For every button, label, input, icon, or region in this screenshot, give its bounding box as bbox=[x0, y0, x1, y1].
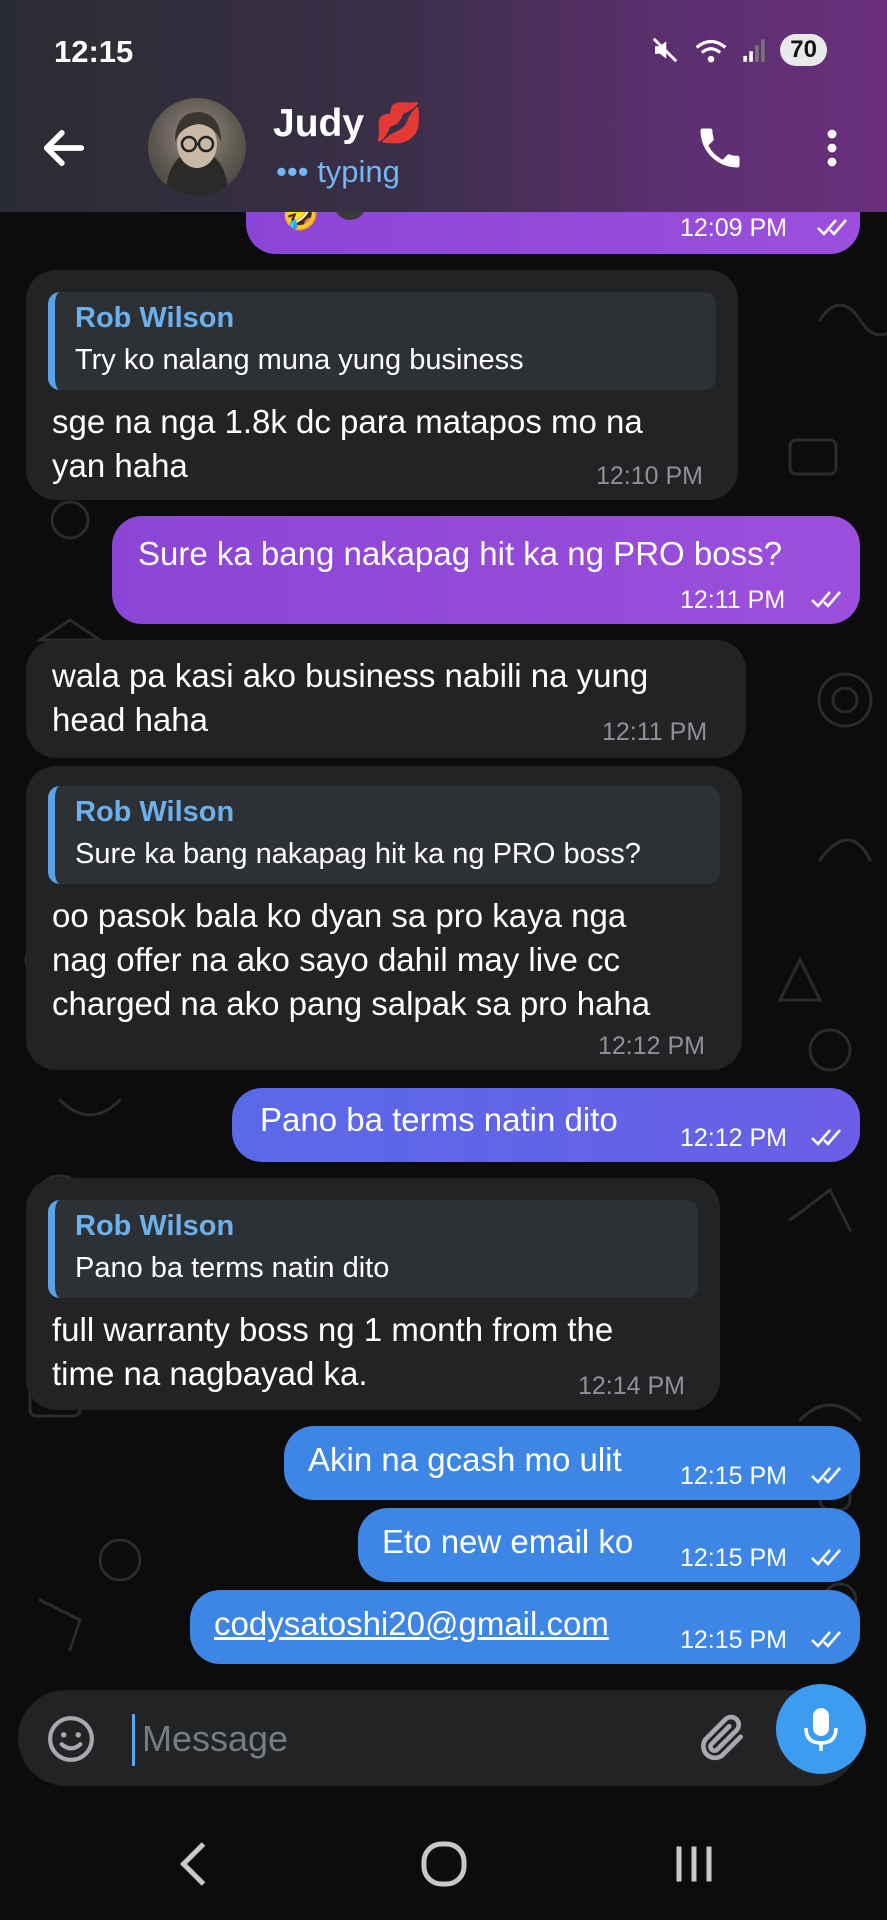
quote-sender: Rob Wilson bbox=[75, 302, 235, 334]
reply-quote[interactable]: Rob Wilson Sure ka bang nakapag hit ka n… bbox=[48, 786, 720, 884]
message-text: Akin na gcash mo ulit bbox=[308, 1441, 622, 1478]
microphone-icon bbox=[804, 1708, 838, 1751]
double-check-icon bbox=[811, 1631, 841, 1648]
quote-sender: Rob Wilson bbox=[75, 1210, 235, 1242]
status-time: 12:15 bbox=[54, 34, 134, 69]
chat-header: 12:15 70 Judy 💋 ••• typing bbox=[0, 0, 887, 212]
avatar-portrait bbox=[166, 112, 228, 196]
message-time: 12:14 PM bbox=[578, 1372, 686, 1400]
quote-text: Try ko nalang muna yung business bbox=[75, 344, 524, 376]
phone-icon[interactable] bbox=[694, 122, 746, 174]
typing-label: typing bbox=[317, 154, 400, 189]
message-line: wala pa kasi ako business nabili na yung bbox=[52, 657, 649, 694]
message-line: nag offer na ako sayo dahil may live cc bbox=[52, 941, 621, 978]
quote-sender: Rob Wilson bbox=[75, 796, 235, 828]
battery-level: 70 bbox=[780, 34, 827, 66]
message-text: Sure ka bang nakapag hit ka ng PRO boss? bbox=[138, 535, 782, 572]
quote-text: Sure ka bang nakapag hit ka ng PRO boss? bbox=[75, 838, 641, 870]
message-line: sge na nga 1.8k dc para matapos mo na bbox=[52, 403, 643, 440]
signal-icon bbox=[743, 39, 765, 62]
double-check-icon bbox=[811, 1549, 841, 1566]
paperclip-icon[interactable] bbox=[694, 1710, 750, 1766]
message-outgoing[interactable]: Pano ba terms natin dito 12:12 PM bbox=[232, 1088, 860, 1162]
smiley-icon[interactable] bbox=[46, 1714, 96, 1764]
message-time: 12:12 PM bbox=[680, 1124, 788, 1152]
message-input[interactable] bbox=[140, 1708, 684, 1770]
text-caret bbox=[132, 1714, 135, 1766]
message-line: full warranty boss ng 1 month from the bbox=[52, 1311, 614, 1348]
message-line: charged na ako pang salpak sa pro haha bbox=[52, 985, 651, 1022]
email-link[interactable]: codysatoshi20@gmail.com bbox=[214, 1602, 609, 1646]
double-check-icon bbox=[811, 591, 841, 608]
wifi-icon bbox=[695, 39, 727, 63]
mute-icon bbox=[652, 37, 678, 63]
message-time: 12:15 PM bbox=[680, 1462, 788, 1490]
message-text: Eto new email ko bbox=[382, 1523, 634, 1560]
message-incoming[interactable]: Rob Wilson Sure ka bang nakapag hit ka n… bbox=[26, 766, 742, 1070]
message-time: 12:10 PM bbox=[596, 462, 704, 490]
system-navigation-bar bbox=[0, 1820, 887, 1920]
message-outgoing[interactable]: codysatoshi20@gmail.com 12:15 PM bbox=[190, 1590, 860, 1664]
quote-text: Pano ba terms natin dito bbox=[75, 1252, 390, 1284]
message-incoming[interactable]: Rob Wilson Pano ba terms natin dito full… bbox=[26, 1178, 720, 1410]
arrow-left-icon[interactable] bbox=[38, 122, 90, 174]
circle-icon[interactable] bbox=[414, 1834, 474, 1894]
status-icons: 70 bbox=[650, 34, 827, 66]
typing-status: ••• typing bbox=[276, 154, 400, 190]
message-time: 12:12 PM bbox=[598, 1032, 706, 1060]
reply-quote[interactable]: Rob Wilson Try ko nalang muna yung busin… bbox=[48, 292, 716, 390]
message-outgoing[interactable]: Sure ka bang nakapag hit ka ng PRO boss?… bbox=[112, 516, 860, 624]
reply-quote[interactable]: Rob Wilson Pano ba terms natin dito bbox=[48, 1200, 698, 1298]
message-line: oo pasok bala ko dyan sa pro kaya nga bbox=[52, 897, 627, 934]
double-check-icon bbox=[811, 1467, 841, 1484]
chevron-left-icon[interactable] bbox=[166, 1834, 226, 1894]
more-vertical-icon[interactable] bbox=[808, 122, 856, 174]
avatar[interactable] bbox=[148, 98, 246, 196]
message-composer bbox=[18, 1690, 860, 1786]
double-check-icon bbox=[811, 1129, 841, 1146]
message-time: 12:11 PM bbox=[680, 586, 786, 614]
message-time: 12:15 PM bbox=[680, 1626, 788, 1654]
message-outgoing[interactable]: Eto new email ko 12:15 PM bbox=[358, 1508, 860, 1582]
message-text: Pano ba terms natin dito bbox=[260, 1101, 618, 1138]
message-outgoing[interactable]: Akin na gcash mo ulit 12:15 PM bbox=[284, 1426, 860, 1500]
contact-name[interactable]: Judy 💋 bbox=[273, 100, 423, 146]
message-text: oo pasok bala ko dyan sa pro kaya nga na… bbox=[52, 894, 742, 1026]
message-incoming[interactable]: Rob Wilson Try ko nalang muna yung busin… bbox=[26, 270, 738, 500]
message-time: 12:15 PM bbox=[680, 1544, 788, 1572]
double-check-icon bbox=[817, 219, 847, 236]
message-incoming[interactable]: wala pa kasi ako business nabili na yung… bbox=[26, 640, 746, 758]
typing-dots: ••• bbox=[276, 154, 309, 189]
message-time: 12:09 PM bbox=[680, 214, 788, 242]
message-time: 12:11 PM bbox=[602, 718, 708, 746]
voice-record-button[interactable] bbox=[776, 1684, 866, 1774]
bars-icon[interactable] bbox=[664, 1834, 724, 1894]
